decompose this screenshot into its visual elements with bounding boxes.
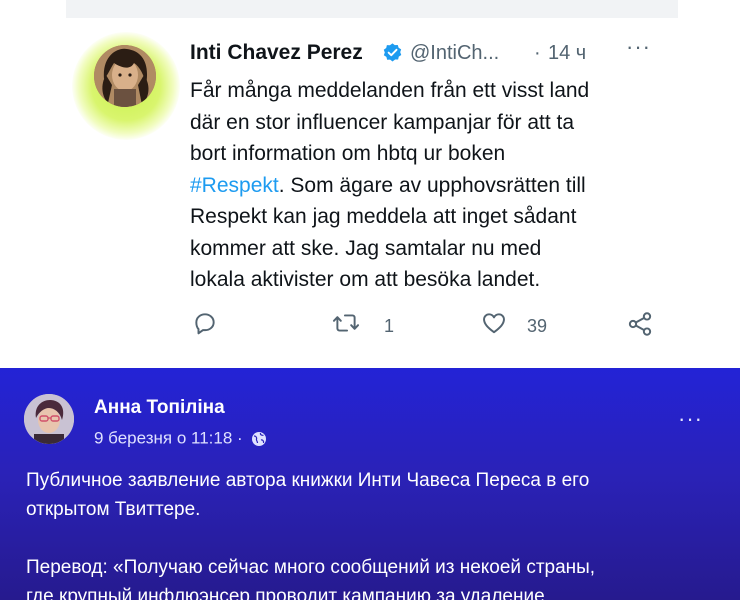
tweet-avatar[interactable] <box>94 45 156 107</box>
facebook-post: Анна Топіліна 9 березня о 11:18 · ··· Пу… <box>0 368 740 607</box>
tweet-text-line: där en stor influencer kampanjar för att… <box>190 110 575 134</box>
retweet-icon[interactable] <box>332 310 360 336</box>
tweet-text-line: #Respekt. Som ägare av upphovsrätten til… <box>190 170 670 202</box>
avatar-portrait-icon <box>94 45 156 107</box>
tweet-text-line: kommer att ske. Jag samtalar nu med <box>190 236 542 260</box>
retweet-count: 1 <box>384 316 395 336</box>
hashtag-link[interactable]: #Respekt <box>190 174 279 197</box>
tweet-text-line: lokala aktivister om att besöka landet. <box>190 268 541 291</box>
tweet-action-bar: 1 39 <box>190 310 660 340</box>
tweet-text-line: bort information om hbtq ur boken <box>190 142 506 165</box>
post-date[interactable]: 9 березня о 11:18 <box>94 429 232 448</box>
tweet-text-line: Respekt kan jag meddela att inget sådant <box>190 205 577 228</box>
post-text-line: где крупный инфлюэнсер проводит кампанию… <box>26 586 545 607</box>
post-text-line: Перевод: «Получаю сейчас много сообщений… <box>26 557 596 578</box>
tweet-handle[interactable]: @IntiCh... <box>410 42 499 65</box>
post-author-avatar[interactable] <box>24 394 74 444</box>
tweet-top-divider <box>66 0 678 18</box>
post-meta-separator: · <box>237 428 243 448</box>
tweet-timestamp[interactable]: 14 ч <box>548 42 586 65</box>
like-count: 39 <box>527 316 548 336</box>
avatar-portrait-icon <box>24 394 74 444</box>
tweet-author-name[interactable]: Inti Chavez Perez <box>190 41 363 65</box>
tweet-text-fragment: . Som ägare av upphovsrätten till <box>278 173 586 197</box>
post-more-icon[interactable]: ··· <box>678 406 703 432</box>
verified-badge-icon <box>383 43 402 62</box>
tweet-meta-separator: · <box>534 42 541 64</box>
post-author-name[interactable]: Анна Топіліна <box>94 397 225 419</box>
share-icon[interactable] <box>626 310 654 338</box>
globe-icon[interactable] <box>251 431 267 447</box>
tweet-text: Får många meddelanden från ett visst lan… <box>190 75 670 296</box>
tweet-screenshot: Inti Chavez Perez @IntiCh... · 14 ч ··· … <box>0 0 740 368</box>
tweet-more-icon[interactable]: ··· <box>626 34 651 60</box>
post-text-line: Публичное заявление автора книжки Инти Ч… <box>26 470 590 491</box>
post-text-line: открытом Твиттере. <box>26 499 201 520</box>
like-heart-icon[interactable] <box>480 310 508 336</box>
post-meta: 9 березня о 11:18 · <box>94 428 267 449</box>
post-text: Публичное заявление автора книжки Инти Ч… <box>26 466 716 611</box>
tweet-text-line: Får många meddelanden från ett visst lan… <box>190 79 590 102</box>
reply-icon[interactable] <box>192 310 218 336</box>
